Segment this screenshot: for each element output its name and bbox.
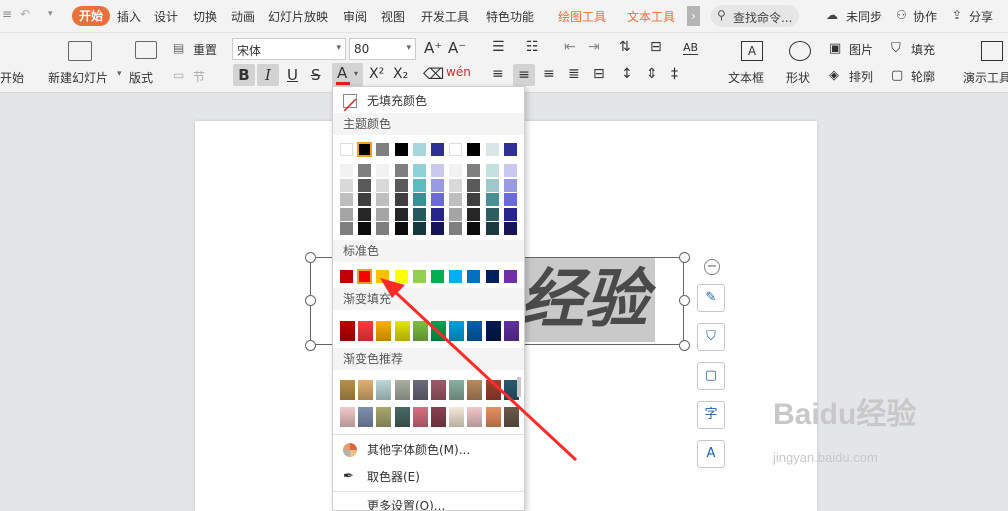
watermark-brand: Baidu经验 [773,398,917,431]
baidu-watermark: Baidu经验 jingyan.baidu.com [773,398,916,465]
watermark-url: jingyan.baidu.com [773,450,878,465]
